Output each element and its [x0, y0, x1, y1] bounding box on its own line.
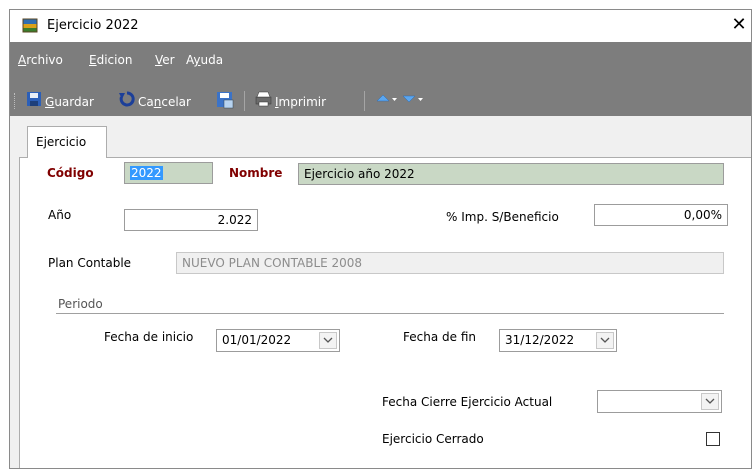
app-icon	[21, 17, 39, 35]
fecha-inicio-label: Fecha de inicio	[104, 330, 194, 344]
move-up-button[interactable]	[376, 91, 398, 111]
toolbar: Guardar Cancelar Imprimir	[10, 86, 751, 116]
fecha-fin-label: Fecha de fin	[403, 330, 476, 344]
codigo-field[interactable]: 2022	[124, 162, 213, 184]
codigo-label: Código	[47, 166, 94, 180]
printer-icon	[255, 91, 272, 113]
fecha-inicio-picker[interactable]: 01/01/2022	[216, 329, 340, 352]
toolbar-separator	[244, 91, 245, 111]
impuesto-field[interactable]: 0,00%	[594, 204, 728, 226]
chevron-down-icon[interactable]	[319, 332, 337, 349]
plan-contable-field: NUEVO PLAN CONTABLE 2008	[176, 252, 724, 274]
menu-edicion[interactable]: Edicion	[89, 53, 132, 67]
close-icon[interactable]: ✕	[727, 12, 751, 38]
impuesto-label: % Imp. S/Beneficio	[446, 210, 559, 224]
move-down-button[interactable]	[402, 91, 424, 111]
ejercicio-cerrado-label: Ejercicio Cerrado	[382, 432, 484, 446]
periodo-group-label: Periodo	[58, 297, 103, 311]
menu-archivo[interactable]: Archivo	[18, 53, 63, 67]
chevron-down-icon[interactable]	[701, 393, 719, 410]
save-as-icon	[216, 91, 234, 115]
ejercicio-cerrado-checkbox[interactable]	[706, 432, 720, 446]
fecha-fin-picker[interactable]: 31/12/2022	[499, 329, 617, 352]
nombre-label: Nombre	[229, 166, 283, 180]
cancel-button[interactable]: Cancelar	[119, 91, 191, 111]
save-as-button[interactable]	[216, 91, 234, 111]
plan-contable-label: Plan Contable	[48, 256, 132, 270]
window: Ejercicio 2022 ✕ Archivo Edicion Ver Ayu…	[9, 9, 752, 469]
fecha-cierre-picker[interactable]	[597, 390, 722, 413]
menu-bar: Archivo Edicion Ver Ayuda	[10, 42, 751, 86]
fecha-cierre-label: Fecha Cierre Ejercicio Actual	[382, 395, 553, 409]
toolbar-separator	[364, 91, 365, 111]
window-title: Ejercicio 2022	[47, 18, 139, 33]
save-button[interactable]: Guardar	[26, 91, 94, 111]
ano-label: Año	[48, 208, 72, 222]
menu-ver[interactable]: Ver	[155, 53, 175, 67]
undo-icon	[119, 91, 135, 113]
arrow-up-icon	[376, 91, 398, 113]
ano-field[interactable]: 2.022	[124, 209, 258, 231]
periodo-divider	[56, 313, 724, 314]
title-bar: Ejercicio 2022 ✕	[10, 10, 751, 42]
toolbar-grip[interactable]	[14, 93, 17, 109]
tab-label: Ejercicio	[36, 135, 87, 149]
chevron-down-icon[interactable]	[596, 332, 614, 349]
menu-ayuda[interactable]: Ayuda	[186, 53, 223, 67]
tab-ejercicio[interactable]: Ejercicio	[27, 126, 107, 158]
save-icon	[26, 91, 42, 113]
print-button[interactable]: Imprimir	[255, 91, 326, 111]
arrow-down-icon	[402, 91, 424, 113]
nombre-field[interactable]: Ejercicio año 2022	[298, 163, 724, 185]
